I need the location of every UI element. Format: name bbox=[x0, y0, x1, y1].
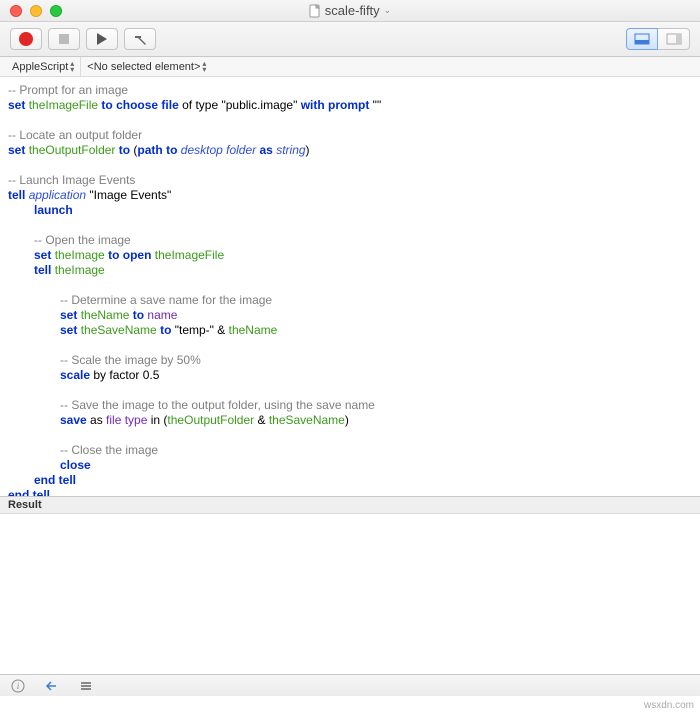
language-label: AppleScript bbox=[12, 61, 68, 73]
code-editor[interactable]: -- Prompt for an image set theImageFile … bbox=[0, 77, 700, 496]
window-title-text: scale-fifty bbox=[325, 3, 380, 18]
element-label: <No selected element> bbox=[87, 61, 200, 73]
titlebar: scale-fifty ⌄ bbox=[0, 0, 700, 22]
bottom-pane-icon bbox=[634, 33, 650, 45]
accessory-view-button[interactable] bbox=[44, 678, 60, 694]
description-button[interactable]: i bbox=[10, 678, 26, 694]
traffic-lights bbox=[0, 5, 62, 17]
element-selector[interactable]: <No selected element> ▴▾ bbox=[81, 57, 212, 76]
navigation-bar: AppleScript ▴▾ <No selected element> ▴▾ bbox=[0, 57, 700, 77]
stop-button[interactable] bbox=[48, 28, 80, 50]
run-button[interactable] bbox=[86, 28, 118, 50]
play-icon bbox=[97, 33, 107, 45]
close-window-button[interactable] bbox=[10, 5, 22, 17]
result-label: Result bbox=[8, 499, 42, 511]
hammer-icon bbox=[133, 32, 147, 46]
toolbar bbox=[0, 22, 700, 57]
result-area[interactable] bbox=[0, 514, 700, 674]
right-pane-icon bbox=[666, 33, 682, 45]
stop-icon bbox=[59, 34, 69, 44]
event-log-button[interactable] bbox=[78, 678, 94, 694]
minimize-window-button[interactable] bbox=[30, 5, 42, 17]
pane-toggle bbox=[626, 28, 690, 50]
updown-icon: ▴▾ bbox=[70, 61, 74, 73]
watermark: wsxdn.com bbox=[644, 700, 694, 711]
window-title: scale-fifty ⌄ bbox=[0, 3, 700, 18]
zoom-window-button[interactable] bbox=[50, 5, 62, 17]
compile-button[interactable] bbox=[124, 28, 156, 50]
result-header: Result bbox=[0, 496, 700, 514]
record-button[interactable] bbox=[10, 28, 42, 50]
document-icon bbox=[309, 4, 321, 18]
title-dropdown-icon: ⌄ bbox=[384, 5, 392, 16]
show-bottom-pane-button[interactable] bbox=[626, 28, 658, 50]
svg-text:i: i bbox=[17, 681, 20, 691]
show-right-pane-button[interactable] bbox=[658, 28, 690, 50]
language-selector[interactable]: AppleScript ▴▾ bbox=[6, 57, 81, 76]
updown-icon: ▴▾ bbox=[202, 61, 206, 73]
status-bar: i bbox=[0, 674, 700, 696]
record-icon bbox=[19, 32, 33, 46]
